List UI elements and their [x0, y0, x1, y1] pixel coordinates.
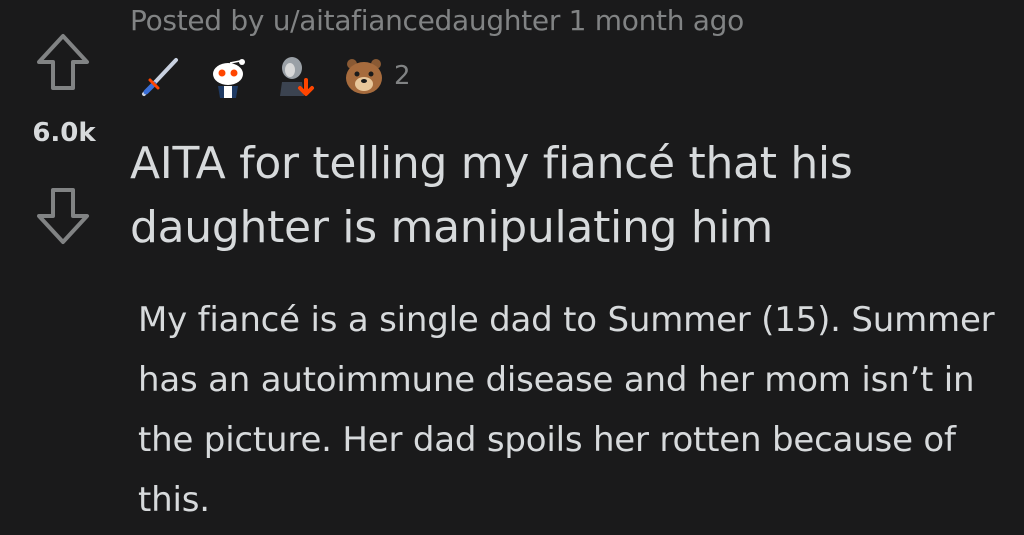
downvote-arrow-icon: [37, 188, 89, 244]
upvote-button[interactable]: [33, 30, 93, 94]
sword-award-icon[interactable]: [136, 52, 184, 100]
awards-row[interactable]: 2: [136, 52, 411, 100]
snoo-award-icon[interactable]: [204, 52, 252, 100]
facepalm-award-icon[interactable]: [272, 52, 320, 100]
post-meta[interactable]: Posted by u/aitafiancedaughter 1 month a…: [130, 4, 744, 37]
post-title[interactable]: AITA for telling my fiancé that his daug…: [130, 132, 1010, 260]
post-body: My fiancé is a single dad to Summer (15)…: [138, 300, 995, 520]
upvote-arrow-icon: [37, 34, 89, 90]
vote-column: 6.0k: [0, 0, 128, 535]
bear-award-icon[interactable]: [340, 52, 388, 100]
post-card: 6.0k Posted by u/aitafiancedaughter 1 mo…: [0, 0, 1024, 535]
downvote-button[interactable]: [33, 184, 93, 248]
vote-score: 6.0k: [32, 118, 96, 148]
award-count: 2: [394, 61, 411, 91]
